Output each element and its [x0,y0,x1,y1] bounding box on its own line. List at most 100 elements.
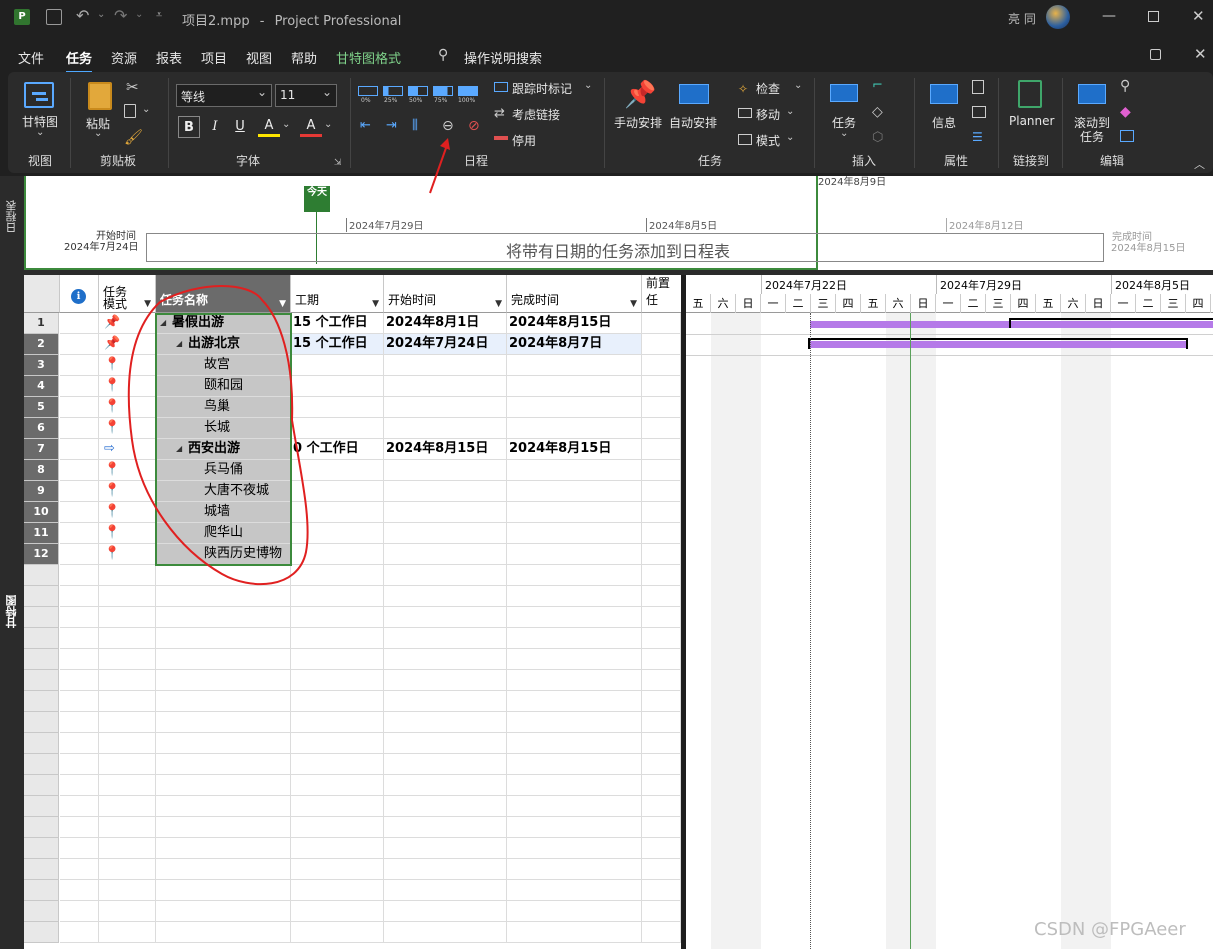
table-cell[interactable] [60,838,99,859]
finish-cell[interactable] [507,544,642,565]
table-cell[interactable] [642,880,681,901]
details-icon[interactable] [972,106,986,118]
table-cell[interactable] [60,691,99,712]
table-cell[interactable] [60,523,99,544]
header-task-name[interactable]: 任务名称 ▼ [156,275,291,313]
duration-cell[interactable]: 15 个工作日 [291,334,384,355]
row-header[interactable] [24,628,59,649]
duration-cell[interactable] [291,481,384,502]
table-cell[interactable] [642,628,681,649]
start-cell[interactable] [384,523,507,544]
table-cell[interactable] [642,460,681,481]
table-cell[interactable] [99,859,156,880]
table-cell[interactable] [60,796,99,817]
table-cell[interactable] [642,733,681,754]
insert-task-icon[interactable] [830,84,858,102]
table-cell[interactable] [384,670,507,691]
font-color-button[interactable]: A [300,115,322,137]
start-cell[interactable] [384,355,507,376]
table-cell[interactable] [642,586,681,607]
table-cell[interactable] [507,607,642,628]
table-cell[interactable] [384,754,507,775]
mode-button[interactable]: 模式 [756,132,780,149]
table-cell[interactable] [60,775,99,796]
planner-button[interactable]: Planner [1009,114,1054,128]
finish-cell[interactable] [507,418,642,439]
task-mode-cell[interactable]: 📍 [99,418,156,439]
respect-links-icon[interactable]: ⇄ [494,106,505,121]
duration-cell[interactable] [291,523,384,544]
planner-icon[interactable] [1018,80,1042,108]
table-cell[interactable] [384,880,507,901]
duration-cell[interactable]: 15 个工作日 [291,313,384,334]
header-start[interactable]: 开始时间 ▼ [384,275,507,313]
table-cell[interactable] [99,607,156,628]
row-header[interactable] [24,733,59,754]
table-cell[interactable] [156,901,291,922]
table-cell[interactable] [60,439,99,460]
start-cell[interactable] [384,481,507,502]
save-icon[interactable] [46,9,62,25]
table-cell[interactable] [99,754,156,775]
table-cell[interactable] [99,712,156,733]
mark-on-track-button[interactable]: 跟踪时标记 [512,80,572,97]
table-cell[interactable] [60,481,99,502]
row-header[interactable] [24,712,59,733]
table-cell[interactable] [507,838,642,859]
table-cell[interactable] [384,817,507,838]
start-cell[interactable] [384,376,507,397]
table-cell[interactable] [291,754,384,775]
find-icon[interactable]: ⚲ [1120,78,1130,94]
move-dropdown-icon[interactable]: ⌄ [786,106,794,117]
scroll-to-task-icon[interactable] [1078,84,1106,104]
table-cell[interactable] [507,586,642,607]
unlink-tasks-icon[interactable]: ⊘ [468,118,480,134]
table-cell[interactable] [99,775,156,796]
table-cell[interactable] [291,670,384,691]
auto-schedule-icon[interactable] [679,84,709,104]
fill-color-dropdown-icon[interactable]: ⌄ [282,119,290,130]
start-cell[interactable] [384,397,507,418]
manual-schedule-icon[interactable]: 📌 [624,80,656,110]
table-cell[interactable] [384,796,507,817]
table-cell[interactable] [384,775,507,796]
table-cell[interactable] [156,691,291,712]
table-cell[interactable] [642,481,681,502]
task-name-cell[interactable]: ◢ 西安出游 [156,439,291,460]
duration-cell[interactable] [291,460,384,481]
task-mode-cell[interactable]: 📍 [99,397,156,418]
collapse-triangle-icon[interactable]: ◢ [176,334,182,354]
row-header[interactable] [24,901,59,922]
menu-view[interactable]: 视图 [246,48,272,67]
start-cell[interactable] [384,544,507,565]
table-cell[interactable] [60,712,99,733]
table-cell[interactable] [507,649,642,670]
table-cell[interactable] [156,670,291,691]
table-cell[interactable] [642,607,681,628]
table-cell[interactable] [291,628,384,649]
menu-report[interactable]: 报表 [156,48,182,67]
start-cell[interactable] [384,460,507,481]
row-header[interactable] [24,880,59,901]
table-cell[interactable] [156,712,291,733]
row-header[interactable] [24,922,59,943]
mode-icon[interactable] [738,134,752,145]
scroll-to-task-line2[interactable]: 任务 [1080,128,1104,145]
table-cell[interactable] [60,922,99,943]
deliverable-icon[interactable]: ⬡ [872,130,883,145]
table-cell[interactable] [99,922,156,943]
table-cell[interactable] [642,838,681,859]
dropdown-icon[interactable]: ▼ [279,299,286,309]
table-cell[interactable] [60,649,99,670]
finish-cell[interactable] [507,502,642,523]
table-cell[interactable] [99,817,156,838]
row-header[interactable] [24,817,59,838]
add-to-timeline-icon[interactable]: ☰ [972,130,983,144]
table-cell[interactable] [642,544,681,565]
duration-cell[interactable] [291,418,384,439]
table-cell[interactable] [384,901,507,922]
table-cell[interactable] [507,628,642,649]
task-mode-cell[interactable]: 📍 [99,502,156,523]
table-cell[interactable] [291,775,384,796]
table-cell[interactable] [156,775,291,796]
